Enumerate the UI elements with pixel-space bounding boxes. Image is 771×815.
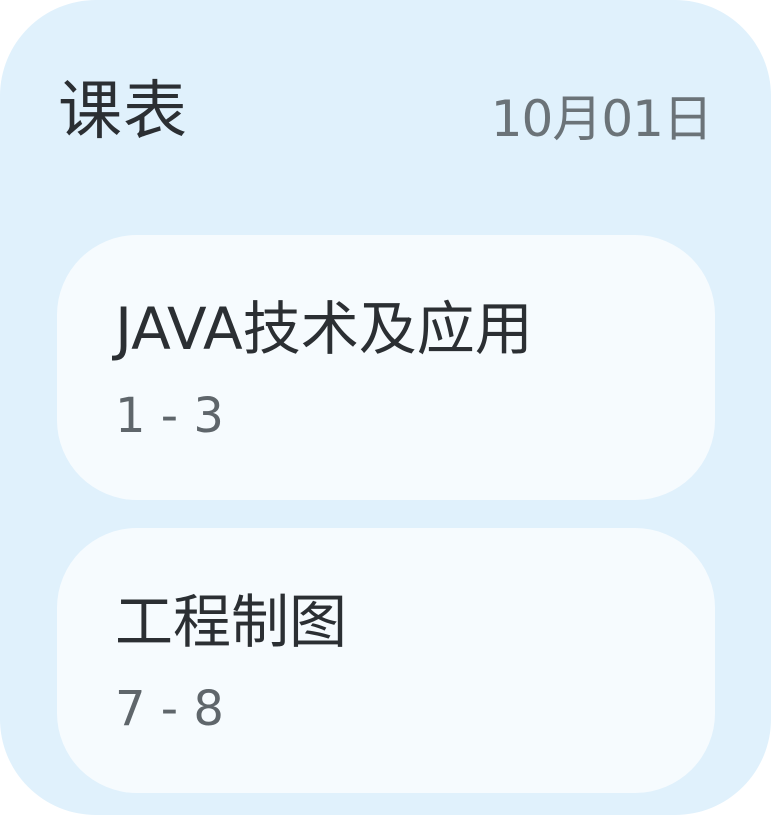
schedule-widget[interactable]: 课表 10月01日 JAVA技术及应用 1 - 3 工程制图 7 - 8: [0, 0, 771, 815]
course-name: 工程制图: [115, 588, 348, 656]
widget-date: 10月01日: [490, 90, 713, 148]
course-name: JAVA技术及应用: [115, 295, 533, 363]
course-periods: 1 - 3: [115, 388, 224, 444]
widget-title: 课表: [58, 75, 188, 149]
course-card[interactable]: 工程制图 7 - 8: [57, 528, 715, 793]
widget-header: 课表 10月01日: [58, 72, 713, 152]
course-periods: 7 - 8: [115, 681, 224, 737]
course-card[interactable]: JAVA技术及应用 1 - 3: [57, 235, 715, 500]
